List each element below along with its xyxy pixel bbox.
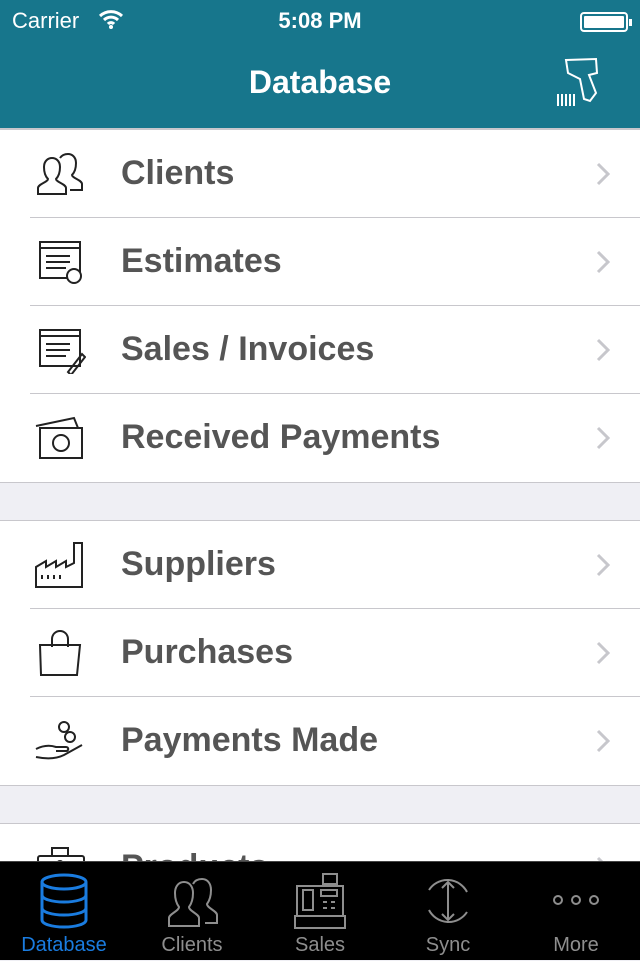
shopping-bag-icon <box>38 630 82 676</box>
chevron-right-icon <box>596 250 610 274</box>
tab-bar: Database Clients Sales Sync More <box>0 861 640 960</box>
menu-item-label: Suppliers <box>121 545 276 583</box>
menu-item-sales-invoices[interactable]: Sales / Invoices <box>0 306 640 394</box>
tab-clients[interactable]: Clients <box>128 862 256 961</box>
tab-sync[interactable]: Sync <box>384 862 512 961</box>
chevron-right-icon <box>596 338 610 362</box>
database-menu: Clients Estimates Sales / Invoices Recei… <box>0 130 640 913</box>
tab-sales[interactable]: Sales <box>256 862 384 961</box>
menu-item-label: Received Payments <box>121 418 441 456</box>
tab-label: More <box>553 934 599 956</box>
money-icon <box>35 416 83 459</box>
menu-item-suppliers[interactable]: Suppliers <box>0 521 640 609</box>
menu-item-estimates[interactable]: Estimates <box>0 218 640 306</box>
invoice-icon <box>39 329 86 374</box>
menu-group-purchases: Suppliers Purchases Payments Made <box>0 520 640 786</box>
barcode-scanner-icon[interactable] <box>556 56 612 108</box>
sync-icon <box>428 879 468 923</box>
factory-icon <box>35 542 83 588</box>
status-time: 5:08 PM <box>278 8 362 33</box>
status-bar: Carrier 5:08 PM <box>0 6 640 36</box>
menu-item-label: Sales / Invoices <box>121 330 375 368</box>
tab-database[interactable]: Database <box>0 862 128 961</box>
chevron-right-icon <box>596 729 610 753</box>
menu-item-payments-made[interactable]: Payments Made <box>0 697 640 785</box>
estimates-icon <box>39 241 82 284</box>
menu-item-label: Estimates <box>121 242 282 280</box>
clients-icon <box>168 877 218 927</box>
tab-label: Database <box>21 934 107 956</box>
menu-item-label: Payments Made <box>121 721 378 759</box>
database-icon <box>40 873 88 929</box>
menu-item-label: Clients <box>121 154 235 192</box>
page-title: Database <box>248 64 392 100</box>
more-icon <box>553 895 599 905</box>
battery-icon <box>580 12 632 32</box>
cash-register-icon <box>294 873 346 929</box>
tab-more[interactable]: More <box>512 862 640 961</box>
hand-coins-icon <box>35 721 83 760</box>
menu-item-purchases[interactable]: Purchases <box>0 609 640 697</box>
chevron-right-icon <box>596 641 610 665</box>
chevron-right-icon <box>596 162 610 186</box>
menu-item-clients[interactable]: Clients <box>0 130 640 218</box>
chevron-right-icon <box>596 426 610 450</box>
tab-label: Sales <box>294 934 346 956</box>
tab-label: Clients <box>161 934 223 956</box>
menu-item-received-payments[interactable]: Received Payments <box>0 394 640 482</box>
menu-item-label: Purchases <box>121 633 293 671</box>
menu-group-sales: Clients Estimates Sales / Invoices Recei… <box>0 130 640 483</box>
clients-icon <box>37 152 83 195</box>
chevron-right-icon <box>596 553 610 577</box>
navigation-bar: Carrier 5:08 PM Database <box>0 0 640 128</box>
tab-label: Sync <box>425 934 471 956</box>
